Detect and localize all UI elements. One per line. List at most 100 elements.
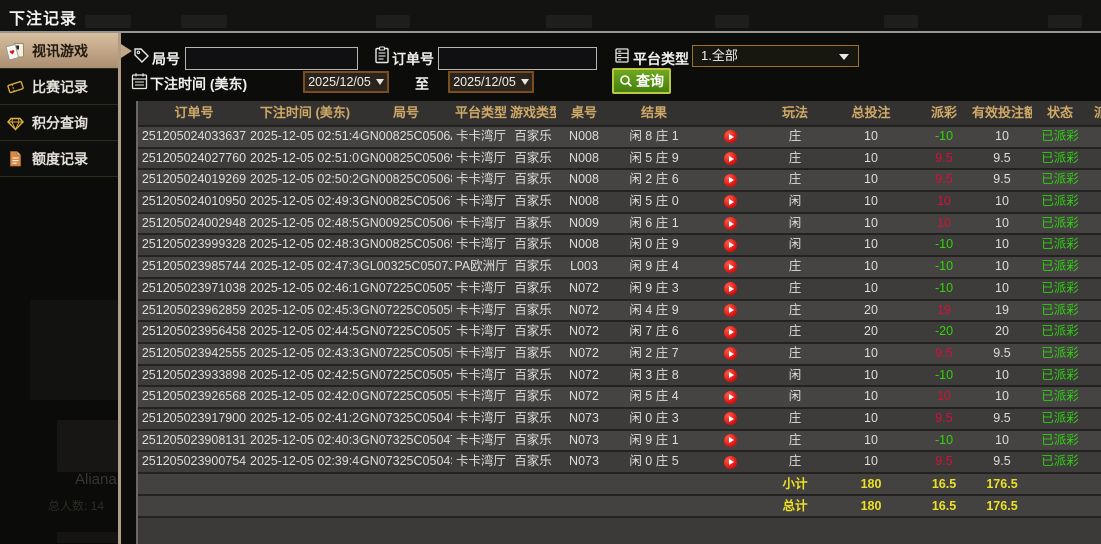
- cell-bet-time: 2025-12-05 02:51:07: [250, 150, 360, 165]
- cell-order-id: 251205024010950: [141, 194, 247, 209]
- background-menu-item: [715, 15, 749, 28]
- replay-play-button[interactable]: [723, 303, 737, 317]
- cell-status: 已派彩: [1041, 454, 1079, 469]
- replay-play-button[interactable]: [723, 152, 737, 166]
- cell-round-id: GN07225C0505T: [360, 324, 452, 339]
- cell-payout-time: [1088, 431, 1101, 451]
- date-from-picker[interactable]: 2025/12/05: [303, 71, 389, 93]
- replay-play-button[interactable]: [723, 260, 737, 274]
- replay-play-button[interactable]: [723, 130, 737, 144]
- cell-order-id: 251205024019269: [141, 172, 247, 187]
- column-header: 下注时间 (美东): [259, 105, 351, 120]
- cell-total-bet: 10: [864, 259, 878, 274]
- cell-bet-time: 2025-12-05 02:45:30: [250, 302, 360, 317]
- sidebar-item-points-query[interactable]: 积分查询: [0, 105, 118, 141]
- subtotal-total: 180: [860, 477, 882, 491]
- cell-table-no: N008: [569, 129, 599, 143]
- background-artifact: [30, 300, 118, 400]
- replay-play-button[interactable]: [723, 390, 737, 404]
- cell-game-type: 百家乐: [514, 129, 552, 143]
- cell-bet-time: 2025-12-05 02:49:37: [250, 194, 360, 209]
- cell-table-no: N073: [569, 454, 599, 469]
- replay-play-button[interactable]: [723, 282, 737, 296]
- table-row: 251205024019269 2025-12-05 02:50:20 GN00…: [138, 170, 1101, 193]
- cell-round-id: GN00825C05065: [360, 237, 452, 252]
- cell-total-bet: 20: [864, 324, 878, 339]
- cell-round-id: GN07225C0505U: [360, 302, 452, 317]
- cell-valid-bet: 10: [995, 259, 1009, 274]
- cell-valid-bet: 10: [995, 129, 1009, 143]
- column-header: 结果: [640, 105, 667, 120]
- cell-payout: -10: [934, 129, 954, 143]
- playing-cards-icon: [6, 42, 24, 60]
- replay-play-button[interactable]: [723, 217, 737, 231]
- cell-payout: -10: [934, 237, 954, 252]
- platform-type-select[interactable]: 1.全部: [692, 45, 859, 67]
- cell-bet-type: 庄: [788, 259, 802, 274]
- sidebar-item-quota-records[interactable]: 额度记录: [0, 141, 118, 177]
- sidebar-item-video-games[interactable]: 视讯游戏: [0, 33, 118, 69]
- to-label: 至: [415, 76, 429, 92]
- table-row: 251205024010950 2025-12-05 02:49:37 GN00…: [138, 192, 1101, 214]
- cell-bet-time: 2025-12-05 02:42:09: [250, 389, 360, 404]
- cell-game-type: 百家乐: [514, 302, 552, 317]
- grand-total-row: 总计 180 16.5 176.5: [138, 496, 1101, 518]
- background-user-name: Aliana: [75, 471, 117, 488]
- query-button[interactable]: 查询: [612, 68, 671, 94]
- column-header: 游戏类型: [510, 105, 556, 120]
- replay-play-button[interactable]: [723, 455, 737, 469]
- cell-order-id: 251205023971038: [141, 280, 247, 295]
- cell-game-type: 百家乐: [514, 410, 552, 425]
- cell-payout-time: [1088, 279, 1101, 299]
- cell-payout: 19: [937, 302, 951, 317]
- cell-round-id: GN07325C0504S: [360, 454, 452, 469]
- calendar-icon: [131, 73, 148, 90]
- cell-result: 闲 2 庄 7: [629, 345, 679, 360]
- cell-payout-time: [1088, 344, 1101, 364]
- cell-result: 闲 7 庄 6: [629, 324, 679, 339]
- cell-table-no: N072: [569, 389, 599, 404]
- cell-platform: 卡卡湾厅: [455, 454, 506, 469]
- cell-platform: 卡卡湾厅: [455, 194, 506, 209]
- column-header: 总投注: [851, 105, 891, 120]
- title-bar: 下注记录: [0, 0, 1101, 33]
- cell-payout: 10: [937, 389, 951, 404]
- round-id-input[interactable]: [185, 47, 358, 70]
- cell-bet-type: 庄: [788, 454, 802, 469]
- replay-play-button[interactable]: [723, 325, 737, 339]
- cell-round-id: GN07225C0505V: [360, 280, 452, 295]
- replay-play-button[interactable]: [723, 433, 737, 447]
- cell-result: 闲 2 庄 6: [629, 172, 679, 187]
- cell-order-id: 251205024002948: [141, 215, 247, 230]
- cell-game-type: 百家乐: [514, 280, 552, 295]
- date-to-picker[interactable]: 2025/12/05: [448, 71, 534, 93]
- cell-payout-time: [1088, 214, 1101, 234]
- cell-valid-bet: 9.5: [993, 410, 1011, 425]
- replay-play-button[interactable]: [723, 368, 737, 382]
- cell-bet-type: 庄: [788, 172, 802, 187]
- sidebar-item-match-records[interactable]: 比赛记录: [0, 69, 118, 105]
- cell-platform: 卡卡湾厅: [455, 389, 506, 404]
- clipboard-icon: [375, 46, 389, 64]
- replay-play-button[interactable]: [723, 412, 737, 426]
- cell-platform: 卡卡湾厅: [455, 172, 506, 187]
- search-icon: [620, 75, 632, 87]
- cell-platform: 卡卡湾厅: [455, 345, 506, 360]
- cell-status: 已派彩: [1041, 367, 1079, 382]
- table-body: 251205024033637 2025-12-05 02:51:40 GN00…: [138, 127, 1101, 474]
- replay-play-button[interactable]: [723, 195, 737, 209]
- replay-play-button[interactable]: [723, 347, 737, 361]
- cell-valid-bet: 10: [995, 237, 1009, 252]
- cell-round-id: GN00825C05068: [360, 172, 452, 187]
- replay-play-button[interactable]: [723, 238, 737, 252]
- replay-play-button[interactable]: [723, 173, 737, 187]
- cell-bet-time: 2025-12-05 02:46:13: [250, 280, 360, 295]
- table-row: 251205023933898 2025-12-05 02:42:51 GN07…: [138, 365, 1101, 388]
- cell-result: 闲 9 庄 1: [629, 432, 679, 447]
- order-id-input[interactable]: [438, 47, 597, 70]
- cell-valid-bet: 9.5: [993, 454, 1011, 469]
- background-menu-item: [376, 15, 410, 28]
- cell-platform: 卡卡湾厅: [455, 324, 506, 339]
- cell-result: 闲 0 庄 9: [629, 237, 679, 252]
- cell-bet-time: 2025-12-05 02:50:20: [250, 172, 360, 187]
